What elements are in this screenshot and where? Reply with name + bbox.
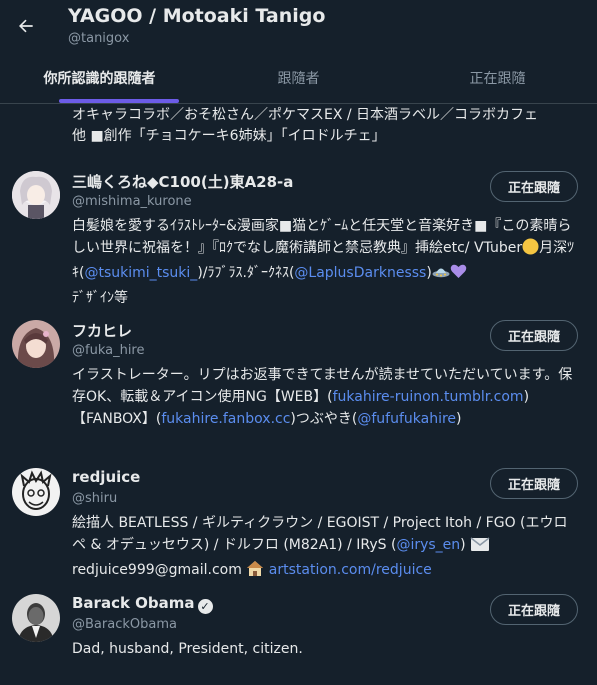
- avatar[interactable]: [12, 468, 60, 516]
- bio-text: ): [460, 537, 466, 553]
- user-bio: イラストレーター。リプはお返事できてませんが読ませていただいています。保存OK、…: [72, 364, 580, 430]
- user-handle[interactable]: @shiru: [72, 491, 117, 506]
- user-cell[interactable]: redjuice @shiru 正在跟隨 絵描人 BEATLESS / ギルティ…: [0, 468, 597, 578]
- bio-text: )つぶやき(: [290, 411, 358, 427]
- website-link[interactable]: fukahire.fanbox.cc: [161, 411, 290, 427]
- user-cell[interactable]: フカヒレ @fuka_hire 正在跟隨 イラストレーター。リプはお返事できてま…: [0, 320, 597, 450]
- tab-known-followers[interactable]: 你所認識的跟隨者: [0, 52, 199, 103]
- active-tab-indicator: [59, 99, 179, 103]
- tab-following[interactable]: 正在跟隨: [398, 52, 597, 103]
- user-handle[interactable]: @BarackObama: [72, 617, 177, 632]
- house-icon: [246, 560, 264, 584]
- header: YAGOO / Motoaki Tanigo @tanigox 你所認識的跟隨者…: [0, 0, 597, 104]
- user-name[interactable]: フカヒレ: [72, 320, 132, 341]
- previous-user-bio: オキャラコラボ／おそ松さん／ポケマスEX / 日本酒ラベル／コラボカフェ 他 ■…: [72, 105, 577, 147]
- avatar[interactable]: [12, 594, 60, 642]
- website-link[interactable]: artstation.com/redjuice: [269, 562, 432, 578]
- user-handle[interactable]: @fuka_hire: [72, 343, 145, 358]
- user-name[interactable]: redjuice: [72, 468, 140, 486]
- ufo-icon: [432, 263, 450, 287]
- mention-link[interactable]: @LaplusDarknesss: [294, 265, 426, 281]
- bio-line: 他 ■創作「チョコケーキ6姉妹」「イロドルチェ」: [72, 128, 386, 144]
- website-link[interactable]: fukahire-ruinon.tumblr.com: [333, 389, 524, 405]
- following-button[interactable]: 正在跟隨: [490, 171, 578, 202]
- bio-text: Dad, husband, President, citizen.: [72, 641, 303, 657]
- avatar[interactable]: [12, 320, 60, 368]
- user-bio: Dad, husband, President, citizen.: [72, 638, 580, 660]
- mention-link[interactable]: @tsukimi_tsuki_: [84, 265, 197, 281]
- bio-text: 絵描人 BEATLESS / ギルティクラウン / EGOIST / Proje…: [72, 515, 568, 553]
- bio-text: ﾃﾞｻﾞｲﾝ等: [72, 290, 128, 306]
- bio-line: オキャラコラボ／おそ松さん／ポケマスEX / 日本酒ラベル／コラボカフェ: [72, 107, 539, 123]
- user-bio: 白髪娘を愛するｲﾗｽﾄﾚｰﾀｰ&漫画家■猫とｹﾞｰﾑと任天堂と音楽好き■『この素…: [72, 215, 580, 309]
- yellow-circle-icon: [522, 238, 539, 262]
- user-name[interactable]: Barack Obama ✓: [72, 594, 213, 614]
- bio-text: redjuice999@gmail.com: [72, 562, 242, 578]
- bio-text: ): [456, 411, 462, 427]
- purple-heart-icon: [450, 263, 467, 287]
- profile-title: YAGOO / Motoaki Tanigo: [68, 5, 326, 27]
- user-handle[interactable]: @mishima_kurone: [72, 194, 192, 209]
- user-name[interactable]: 三嶋くろね◆C100(土)東A28-a: [72, 171, 293, 192]
- following-button[interactable]: 正在跟隨: [490, 320, 578, 351]
- bio-text: 白髪娘を愛するｲﾗｽﾄﾚｰﾀｰ&漫画家■猫とｹﾞｰﾑと任天堂と音楽好き■『この素…: [72, 218, 572, 256]
- user-name-text: Barack Obama: [72, 594, 195, 612]
- profile-handle: @tanigox: [68, 31, 130, 46]
- following-button[interactable]: 正在跟隨: [490, 468, 578, 499]
- mention-link[interactable]: @fufufukahire: [357, 411, 456, 427]
- tab-label: 跟隨者: [277, 70, 320, 87]
- user-list: オキャラコラボ／おそ松さん／ポケマスEX / 日本酒ラベル／コラボカフェ 他 ■…: [0, 104, 597, 685]
- bio-text: )/ﾗﾌﾞﾗｽ.ﾀﾞｰｸﾈｽ(: [197, 265, 295, 281]
- tab-bar: 你所認識的跟隨者 跟隨者 正在跟隨: [0, 52, 597, 104]
- envelope-icon: [470, 537, 490, 559]
- tab-label: 你所認識的跟隨者: [43, 70, 156, 87]
- back-arrow-icon[interactable]: [8, 8, 44, 44]
- verified-badge-icon: ✓: [197, 599, 213, 614]
- avatar[interactable]: [12, 171, 60, 219]
- user-bio: 絵描人 BEATLESS / ギルティクラウン / EGOIST / Proje…: [72, 512, 580, 584]
- user-cell[interactable]: 三嶋くろね◆C100(土)東A28-a @mishima_kurone 正在跟隨…: [0, 171, 597, 306]
- tab-label: 正在跟隨: [469, 70, 526, 87]
- mention-link[interactable]: @irys_en: [396, 537, 460, 553]
- tab-followers[interactable]: 跟隨者: [199, 52, 398, 103]
- following-button[interactable]: 正在跟隨: [490, 594, 578, 625]
- user-cell[interactable]: Barack Obama ✓ @BarackObama 正在跟隨 Dad, hus…: [0, 594, 597, 664]
